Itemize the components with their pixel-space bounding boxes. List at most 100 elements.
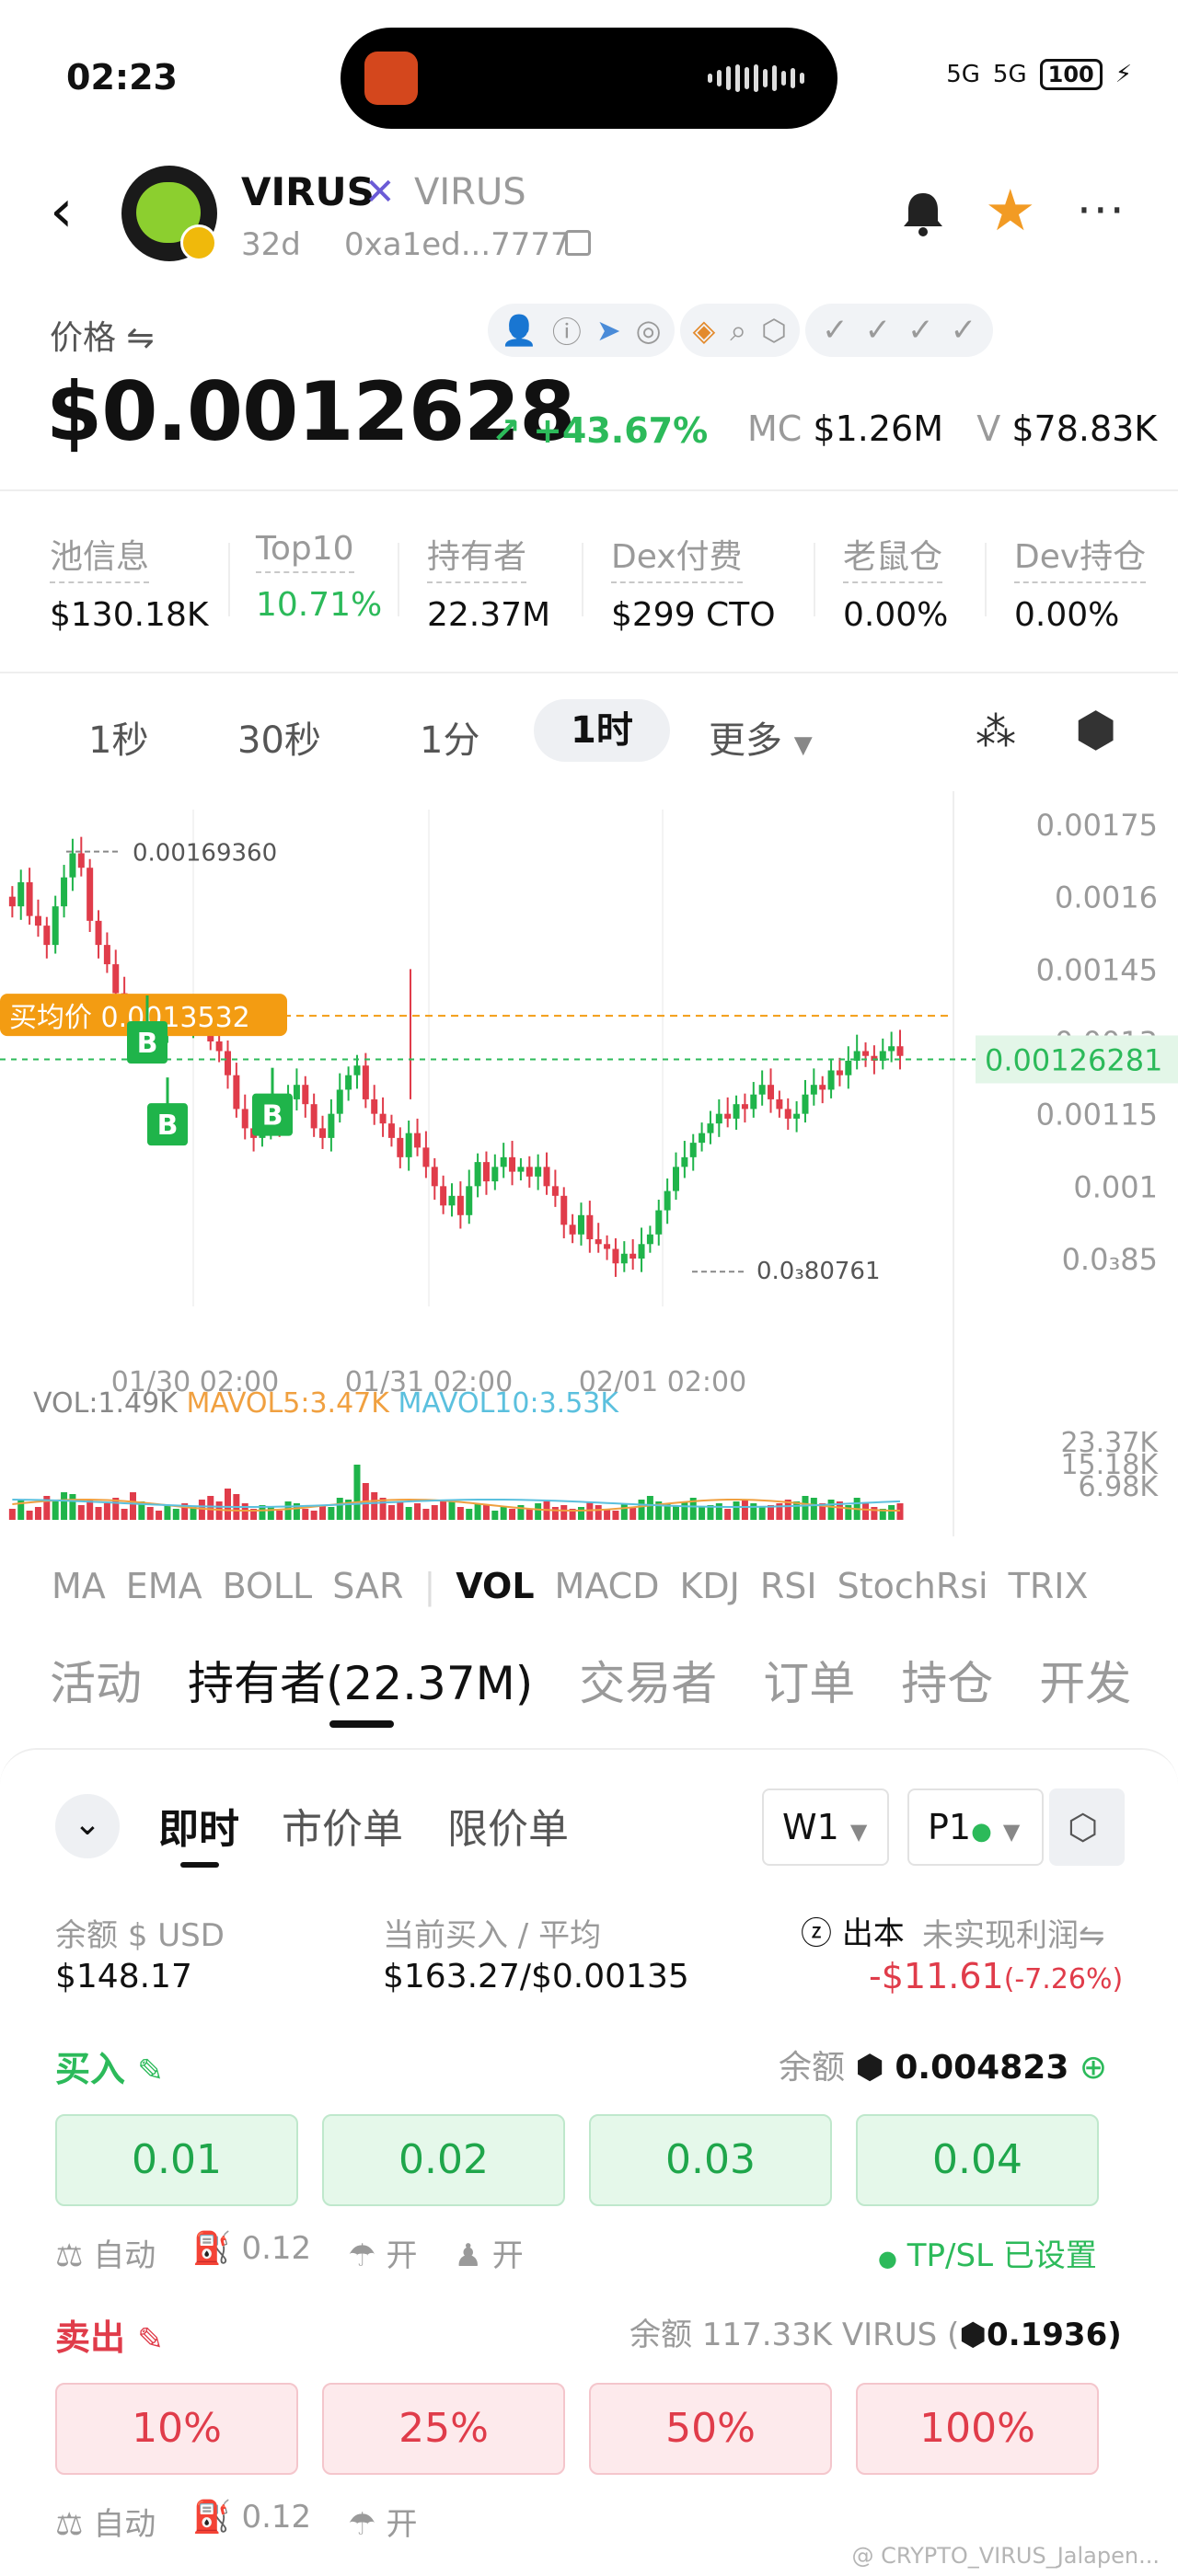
more-icon[interactable]: ··· [1077, 184, 1126, 237]
volume-bar [61, 1492, 68, 1520]
indicator-rsi[interactable]: RSI [760, 1566, 817, 1606]
volume-bar [371, 1492, 378, 1520]
volume-bar [431, 1505, 438, 1520]
stat-holders[interactable]: 持有者 22.37M [427, 530, 550, 634]
sell-percent-button[interactable]: 25% [322, 2383, 565, 2475]
back-button[interactable]: ‹ [50, 182, 74, 241]
buy-amount-button[interactable]: 0.01 [55, 2114, 298, 2206]
mev-toggle[interactable]: ☂ 开 [348, 2230, 417, 2275]
tab-dev[interactable]: 开发 [1039, 1647, 1131, 1713]
indicator-boll[interactable]: BOLL [223, 1566, 313, 1606]
volume-bar [896, 1503, 904, 1520]
draw-tools-icon[interactable]: ⁂ [976, 708, 1016, 755]
indicator-stochrsi[interactable]: StochRsi [837, 1566, 988, 1606]
audio-wave-icon [708, 64, 804, 92]
candle-body [431, 1167, 438, 1187]
indicator-macd[interactable]: MACD [555, 1566, 660, 1606]
telegram-icon[interactable]: ➤ [596, 313, 621, 348]
buy-amount-button[interactable]: 0.03 [589, 2114, 832, 2206]
price-label[interactable]: 价格 ⇋ [50, 311, 155, 359]
gas-setting[interactable]: ⛽ 0.12 [192, 2499, 311, 2544]
order-tab-underline [180, 1862, 219, 1868]
slippage-auto[interactable]: ⚖ 自动 [55, 2499, 156, 2544]
charging-icon: ⚡ [1114, 61, 1132, 88]
volume-bar [164, 1505, 171, 1520]
security-checks[interactable]: ✓ ✓ ✓ ✓ [805, 304, 994, 357]
timeframe-1h[interactable]: 1时 [534, 699, 670, 762]
tab-positions[interactable]: 持仓 [901, 1647, 993, 1713]
copy-icon[interactable] [565, 230, 591, 256]
indicator-kdj[interactable]: KDJ [679, 1566, 739, 1606]
globe-icon[interactable]: ◎ [636, 313, 662, 348]
candle-body [689, 1143, 697, 1157]
volume-bar [474, 1503, 481, 1520]
tab-orders[interactable]: 订单 [763, 1647, 855, 1713]
volume-bar [397, 1501, 404, 1520]
buy-amount-button[interactable]: 0.02 [322, 2114, 565, 2206]
favorite-star-icon[interactable]: ★ [985, 182, 1036, 239]
volume-bar [750, 1503, 757, 1520]
search-icon[interactable]: ⌕ [730, 313, 746, 349]
stat-dex-paid[interactable]: Dex付费 $299 CTO [611, 530, 776, 634]
candle-body [586, 1214, 594, 1240]
candle-body [448, 1195, 456, 1206]
sell-percent-button[interactable]: 10% [55, 2383, 298, 2475]
volume-bar [827, 1500, 835, 1520]
indicator-sar[interactable]: SAR [332, 1566, 403, 1606]
cube-icon[interactable]: ⬡ [761, 313, 787, 348]
volume-bar [207, 1496, 214, 1520]
stat-insider[interactable]: 老鼠仓 0.00% [843, 530, 948, 634]
stat-dev-holding[interactable]: Dev持仓 0.00% [1014, 530, 1178, 634]
anti-mev-toggle[interactable]: ♟ 开 [454, 2230, 523, 2275]
tab-traders[interactable]: 交易者 [579, 1647, 717, 1713]
gas-setting[interactable]: ⛽ 0.12 [192, 2230, 311, 2275]
audit-icon[interactable]: ◈ [693, 313, 716, 348]
timeframe-1m[interactable]: 1分 [420, 710, 479, 764]
timeframe-more[interactable]: 更多 ▼ [709, 710, 813, 764]
trade-settings-button[interactable]: ⬡ [1049, 1788, 1125, 1866]
order-tab-market[interactable]: 市价单 [282, 1796, 403, 1855]
sell-percent-button[interactable]: 100% [856, 2383, 1099, 2475]
sell-percent-button[interactable]: 50% [589, 2383, 832, 2475]
preset-select[interactable]: P1● ▼ [907, 1788, 1044, 1866]
add-funds-icon[interactable]: ⊕ [1080, 2049, 1107, 2087]
buy-amount-button[interactable]: 0.04 [856, 2114, 1099, 2206]
candle-body [733, 1104, 740, 1119]
candle-body [482, 1162, 490, 1182]
volume-bar [302, 1509, 309, 1520]
wallet-select[interactable]: W1 ▼ [762, 1788, 889, 1866]
stat-pool[interactable]: 池信息 $130.18K [50, 530, 208, 634]
volume-bar [156, 1511, 163, 1520]
cost-toggle[interactable]: ⓩ 出本 [801, 1908, 905, 1953]
collapse-button[interactable]: ⌄ [55, 1794, 120, 1858]
timeframe-30s[interactable]: 30秒 [237, 710, 321, 764]
check-icon: ✓ [864, 312, 892, 349]
info-icon[interactable]: ⓘ [552, 309, 582, 351]
indicator-ma[interactable]: MA [52, 1566, 106, 1606]
tab-activity[interactable]: 活动 [50, 1647, 142, 1713]
order-tab-instant[interactable]: 即时 [158, 1796, 239, 1855]
bnb-icon: ⬢ [959, 2317, 987, 2353]
chevron-down-icon: ▼ [849, 1819, 868, 1845]
stat-top10[interactable]: Top10 10.71% [256, 530, 382, 624]
candle-body [440, 1186, 447, 1206]
candlestick-chart[interactable]: 0.001750.00160.001450.00130.001150.0010.… [0, 791, 1178, 1536]
token-address[interactable]: 0xa1ed...7777 [344, 226, 571, 263]
user-icon[interactable]: 👤 [501, 313, 537, 348]
candle-body [509, 1156, 516, 1172]
buy-balance: 余额 ⬢ 0.004823 ⊕ [779, 2049, 1108, 2087]
tpsl-status[interactable]: ● TP/SL 已设置 [878, 2230, 1097, 2275]
order-tab-limit[interactable]: 限价单 [447, 1796, 569, 1855]
tab-holders[interactable]: 持有者(22.37M) [188, 1647, 533, 1713]
indicator-vol[interactable]: VOL [456, 1566, 534, 1606]
mev-toggle[interactable]: ☂ 开 [348, 2499, 417, 2544]
timeframe-1s[interactable]: 1秒 [88, 710, 148, 764]
bell-icon[interactable] [900, 190, 946, 237]
unrealized-label[interactable]: 未实现利润⇋ [922, 1910, 1105, 1955]
indicator-trix[interactable]: TRIX [1009, 1566, 1089, 1606]
volume-bar [741, 1500, 748, 1520]
chart-settings-icon[interactable]: ⬢ [1075, 703, 1116, 758]
slippage-auto[interactable]: ⚖ 自动 [55, 2230, 156, 2275]
divider [398, 543, 399, 616]
indicator-ema[interactable]: EMA [126, 1566, 202, 1606]
